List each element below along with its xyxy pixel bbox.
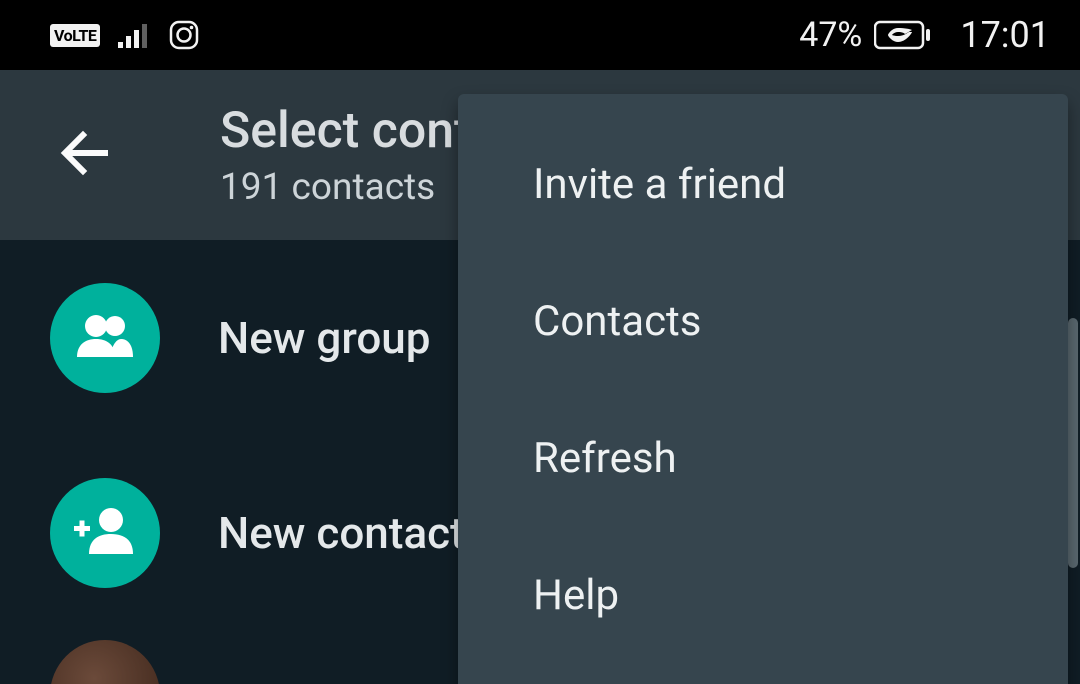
contact-avatar bbox=[50, 640, 160, 684]
menu-item-contacts[interactable]: Contacts bbox=[458, 253, 1068, 390]
menu-item-refresh[interactable]: Refresh bbox=[458, 390, 1068, 527]
back-arrow-icon bbox=[55, 123, 115, 187]
add-person-icon bbox=[69, 504, 141, 562]
menu-item-invite[interactable]: Invite a friend bbox=[458, 116, 1068, 253]
menu-item-help[interactable]: Help bbox=[458, 527, 1068, 664]
overflow-menu: Invite a friend Contacts Refresh Help bbox=[458, 94, 1068, 684]
new-group-label: New group bbox=[218, 312, 430, 364]
status-left: VoLTE bbox=[50, 19, 200, 51]
new-group-avatar bbox=[50, 283, 160, 393]
instagram-icon bbox=[168, 19, 200, 51]
new-contact-avatar bbox=[50, 478, 160, 588]
status-bar: VoLTE 47% 17:01 bbox=[0, 0, 1080, 70]
battery-icon bbox=[874, 20, 934, 50]
back-button[interactable] bbox=[50, 120, 120, 190]
clock-time: 17:01 bbox=[960, 14, 1050, 56]
group-icon bbox=[73, 311, 137, 365]
volte-badge: VoLTE bbox=[50, 24, 100, 47]
battery-percentage: 47% bbox=[799, 15, 862, 55]
signal-icon bbox=[118, 22, 150, 48]
scrollbar[interactable] bbox=[1068, 318, 1078, 568]
new-contact-label: New contact bbox=[218, 507, 465, 559]
status-right: 47% 17:01 bbox=[799, 14, 1050, 56]
